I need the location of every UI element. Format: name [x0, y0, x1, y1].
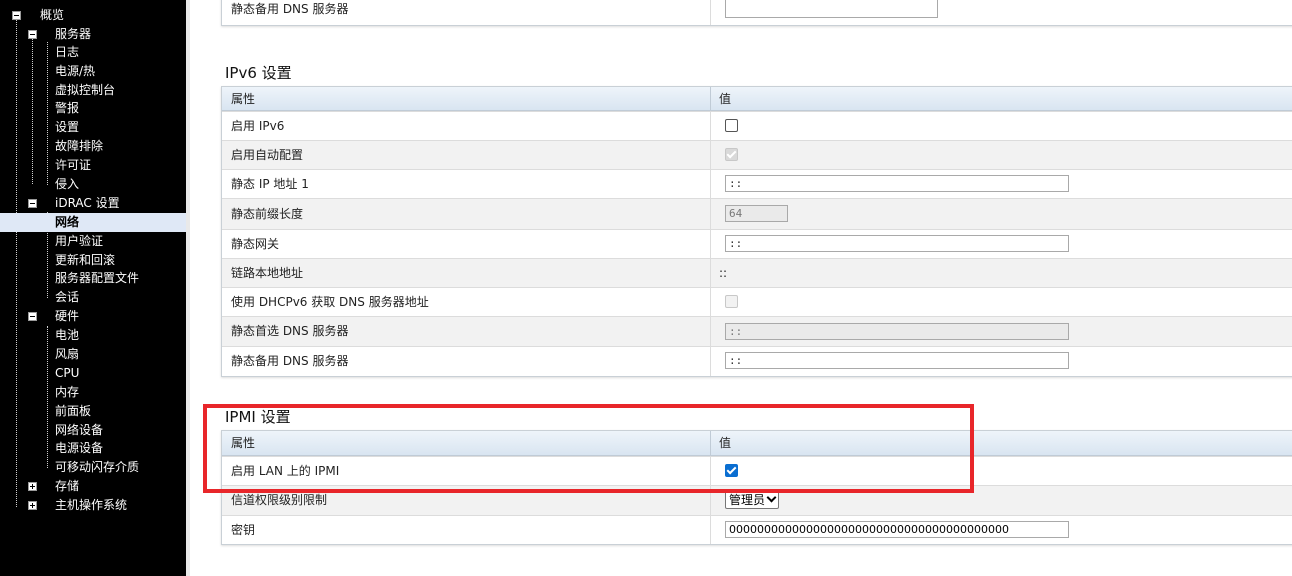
navigation-tree: 概览 服务器 日志 电源/热 虚拟控制台 警报 设置 故障排除 许可证 侵入 i…	[0, 0, 186, 576]
tree-item-overview[interactable]: 概览	[0, 6, 186, 25]
table-header: 属性 值	[222, 431, 1292, 456]
table-row: 静态首选 DNS 服务器 ::	[222, 316, 1292, 346]
collapse-icon[interactable]	[28, 30, 37, 39]
table-row: 静态备用 DNS 服务器	[222, 0, 1292, 25]
tree-item-batteries[interactable]: 电池	[0, 326, 186, 345]
tree-item-setup[interactable]: 设置	[0, 118, 186, 137]
table-row: 信道权限级别限制 管理员	[222, 485, 1292, 515]
table-row: 链路本地地址 ::	[222, 258, 1292, 287]
tree-item-idrac-settings[interactable]: iDRAC 设置	[0, 194, 186, 213]
dhcpv6-dns-checkbox[interactable]	[725, 295, 738, 308]
main-content: 静态备用 DNS 服务器 IPv6 设置 属性 值 启用 IPv6 启用自动配置…	[190, 0, 1292, 576]
static-ip-address-1-input[interactable]: ::	[725, 175, 1069, 192]
encryption-key-input[interactable]: 0000000000000000000000000000000000000000	[725, 521, 1069, 538]
ipmi-section-title: IPMI 设置	[225, 408, 291, 426]
tree-item-virtual-console[interactable]: 虚拟控制台	[0, 81, 186, 100]
tree-item-server[interactable]: 服务器	[0, 25, 186, 44]
table-row: 使用 DHCPv6 获取 DNS 服务器地址	[222, 287, 1292, 316]
tree-item-sessions[interactable]: 会话	[0, 288, 186, 307]
ipv4-table-partial: 静态备用 DNS 服务器	[221, 0, 1292, 26]
static-gateway-input[interactable]: ::	[725, 235, 1069, 252]
table-row: 静态前缀长度 64	[222, 198, 1292, 229]
table-header: 属性 值	[222, 87, 1292, 111]
static-alt-dns-ipv4-input[interactable]	[725, 0, 938, 18]
tree-item-intrusion[interactable]: 侵入	[0, 175, 186, 194]
table-row: 启用自动配置	[222, 140, 1292, 169]
link-local-address-value: ::	[719, 266, 728, 280]
tree-item-network[interactable]: 网络	[0, 213, 186, 232]
tree-item-user-authentication[interactable]: 用户验证	[0, 232, 186, 251]
collapse-icon[interactable]	[12, 11, 21, 20]
channel-privilege-select[interactable]: 管理员	[725, 491, 780, 509]
tree-item-licenses[interactable]: 许可证	[0, 156, 186, 175]
tree-item-update-rollback[interactable]: 更新和回滚	[0, 251, 186, 270]
tree-item-memory[interactable]: 内存	[0, 383, 186, 402]
tree-item-network-devices[interactable]: 网络设备	[0, 421, 186, 440]
enable-ipv6-checkbox[interactable]	[725, 119, 738, 132]
tree-item-removable-flash-media[interactable]: 可移动闪存介质	[0, 458, 186, 477]
tree-item-power-supplies[interactable]: 电源设备	[0, 439, 186, 458]
chevron-down-icon	[766, 492, 777, 503]
tree-item-server-profile[interactable]: 服务器配置文件	[0, 269, 186, 288]
tree-item-storage[interactable]: 存储	[0, 477, 186, 496]
static-alternate-dns-input[interactable]: ::	[725, 352, 1069, 369]
ipmi-table: 属性 值 启用 LAN 上的 IPMI 信道权限级别限制 管理员 密钥 0000…	[221, 430, 1292, 545]
tree-item-front-panel[interactable]: 前面板	[0, 402, 186, 421]
tree-item-cpu[interactable]: CPU	[0, 364, 186, 383]
table-row: 静态备用 DNS 服务器 ::	[222, 346, 1292, 376]
tree-item-alerts[interactable]: 警报	[0, 99, 186, 118]
tree-item-power-thermal[interactable]: 电源/热	[0, 62, 186, 81]
tree-item-host-os[interactable]: 主机操作系统	[0, 496, 186, 515]
tree-item-hardware[interactable]: 硬件	[0, 307, 186, 326]
table-row: 密钥 0000000000000000000000000000000000000…	[222, 515, 1292, 544]
expand-icon[interactable]	[28, 482, 37, 491]
ipv6-table: 属性 值 启用 IPv6 启用自动配置 静态 IP 地址 1 :: 静态前缀长度…	[221, 86, 1292, 377]
expand-icon[interactable]	[28, 501, 37, 510]
table-row: 启用 LAN 上的 IPMI	[222, 456, 1292, 485]
tree-item-logs[interactable]: 日志	[0, 43, 186, 62]
enable-ipmi-lan-checkbox[interactable]	[725, 464, 738, 477]
auto-config-checkbox[interactable]	[725, 148, 738, 161]
static-preferred-dns-input[interactable]: ::	[725, 323, 1069, 340]
collapse-icon[interactable]	[28, 312, 37, 321]
tree-item-fans[interactable]: 风扇	[0, 345, 186, 364]
tree-item-troubleshooting[interactable]: 故障排除	[0, 137, 186, 156]
table-row: 静态网关 ::	[222, 229, 1292, 258]
ipv6-section-title: IPv6 设置	[225, 64, 292, 82]
table-row: 静态 IP 地址 1 ::	[222, 169, 1292, 198]
collapse-icon[interactable]	[28, 199, 37, 208]
static-prefix-length-input[interactable]: 64	[725, 205, 788, 222]
table-row: 启用 IPv6	[222, 111, 1292, 140]
